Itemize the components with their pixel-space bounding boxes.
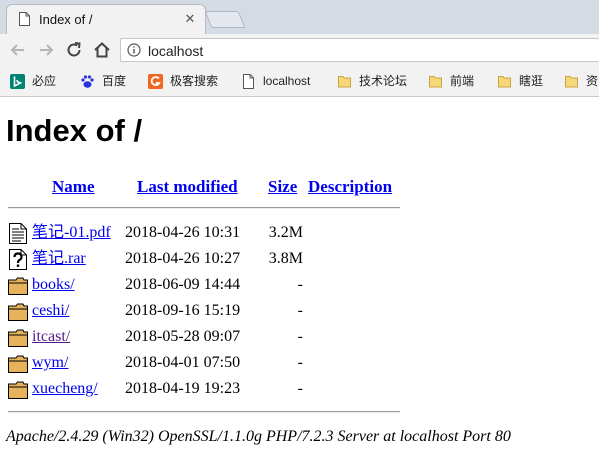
header-divider — [8, 207, 400, 209]
bookmark-label: localhost — [263, 74, 311, 88]
footer-divider — [8, 411, 400, 413]
file-size: - — [297, 354, 303, 371]
address-bar[interactable]: localhost — [120, 38, 599, 62]
folder-icon — [498, 76, 511, 88]
table-row: xuecheng/ 2018-04-19 19:23 - — [0, 378, 599, 402]
last-modified: 2018-04-19 19:23 — [125, 380, 241, 397]
last-modified: 2018-04-26 10:27 — [125, 250, 241, 267]
last-modified: 2018-06-09 14:44 — [125, 276, 241, 293]
bing-icon — [10, 74, 25, 89]
browser-tab[interactable]: Index of / ✕ — [6, 4, 206, 34]
folder-icon — [429, 76, 442, 88]
unknown-file-icon — [9, 249, 27, 270]
back-arrow-icon[interactable] — [8, 40, 28, 60]
tab-strip: Index of / ✕ — [0, 0, 599, 34]
home-icon[interactable] — [92, 40, 112, 60]
bookmark-label: 必应 — [32, 74, 57, 88]
folder-icon — [8, 277, 28, 295]
last-modified: 2018-05-28 09:07 — [125, 328, 241, 345]
server-signature: Apache/2.4.29 (Win32) OpenSSL/1.1.0g PHP… — [6, 428, 511, 445]
bookmark-label: 资 — [586, 74, 599, 88]
file-link[interactable]: 笔记.rar — [32, 250, 86, 268]
folder-icon — [8, 355, 28, 373]
folder-link[interactable]: wym/ — [32, 354, 68, 372]
tab-title: Index of / — [39, 12, 93, 27]
reload-icon[interactable] — [64, 40, 84, 60]
last-modified: 2018-04-26 10:31 — [125, 224, 241, 241]
forward-arrow-icon[interactable] — [36, 40, 56, 60]
document-file-icon — [9, 223, 27, 244]
folder-icon — [8, 329, 28, 347]
folder-link[interactable]: ceshi/ — [32, 302, 69, 320]
file-link[interactable]: 笔记-01.pdf — [32, 224, 111, 242]
baidu-paw-icon — [81, 75, 94, 88]
folder-icon — [8, 381, 28, 399]
page-icon — [243, 74, 254, 89]
file-size: - — [297, 276, 303, 293]
page-content: Index of / Name Last modified Size Descr… — [0, 97, 599, 453]
table-row: wym/ 2018-04-01 07:50 - — [0, 352, 599, 376]
folder-link[interactable]: books/ — [32, 276, 75, 294]
sort-by-name-link[interactable]: Name — [52, 177, 94, 196]
bookmarks-bar: 必应 百度 极客搜索 localhost 技术论坛 前端 瞎逛 资 — [0, 66, 599, 97]
bookmark-label: 瞎逛 — [519, 74, 544, 88]
new-tab-button[interactable] — [204, 11, 246, 28]
last-modified: 2018-09-16 15:19 — [125, 302, 241, 319]
table-row: books/ 2018-06-09 14:44 - — [0, 274, 599, 298]
table-row: 笔记.rar 2018-04-26 10:27 3.8M — [0, 248, 599, 272]
file-size: - — [297, 380, 303, 397]
table-row: itcast/ 2018-05-28 09:07 - — [0, 326, 599, 350]
last-modified: 2018-04-01 07:50 — [125, 354, 241, 371]
file-size: - — [297, 302, 303, 319]
folder-icon — [8, 303, 28, 321]
bookmark-label: 前端 — [450, 74, 475, 88]
file-size: 3.2M — [268, 224, 303, 241]
info-icon[interactable] — [127, 43, 141, 57]
page-icon — [19, 12, 30, 26]
table-row: ceshi/ 2018-09-16 15:19 - — [0, 300, 599, 324]
sort-by-size-link[interactable]: Size — [268, 177, 297, 196]
sort-by-description-link[interactable]: Description — [308, 177, 392, 196]
folder-link[interactable]: itcast/ — [32, 328, 70, 346]
sort-by-last-modified-link[interactable]: Last modified — [137, 177, 238, 196]
bookmark-label: 极客搜索 — [170, 74, 219, 88]
bookmark-label: 技术论坛 — [359, 74, 408, 88]
url-text: localhost — [148, 43, 204, 59]
geek-search-g-icon — [148, 74, 163, 89]
folder-icon — [565, 76, 578, 88]
bookmark-label: 百度 — [102, 74, 127, 88]
close-tab-icon[interactable]: ✕ — [183, 12, 197, 26]
folder-link[interactable]: xuecheng/ — [32, 380, 98, 398]
table-row: 笔记-01.pdf 2018-04-26 10:31 3.2M — [0, 222, 599, 246]
file-size: 3.8M — [268, 250, 303, 267]
page-title: Index of / — [6, 113, 143, 148]
file-size: - — [297, 328, 303, 345]
folder-icon — [338, 76, 351, 88]
